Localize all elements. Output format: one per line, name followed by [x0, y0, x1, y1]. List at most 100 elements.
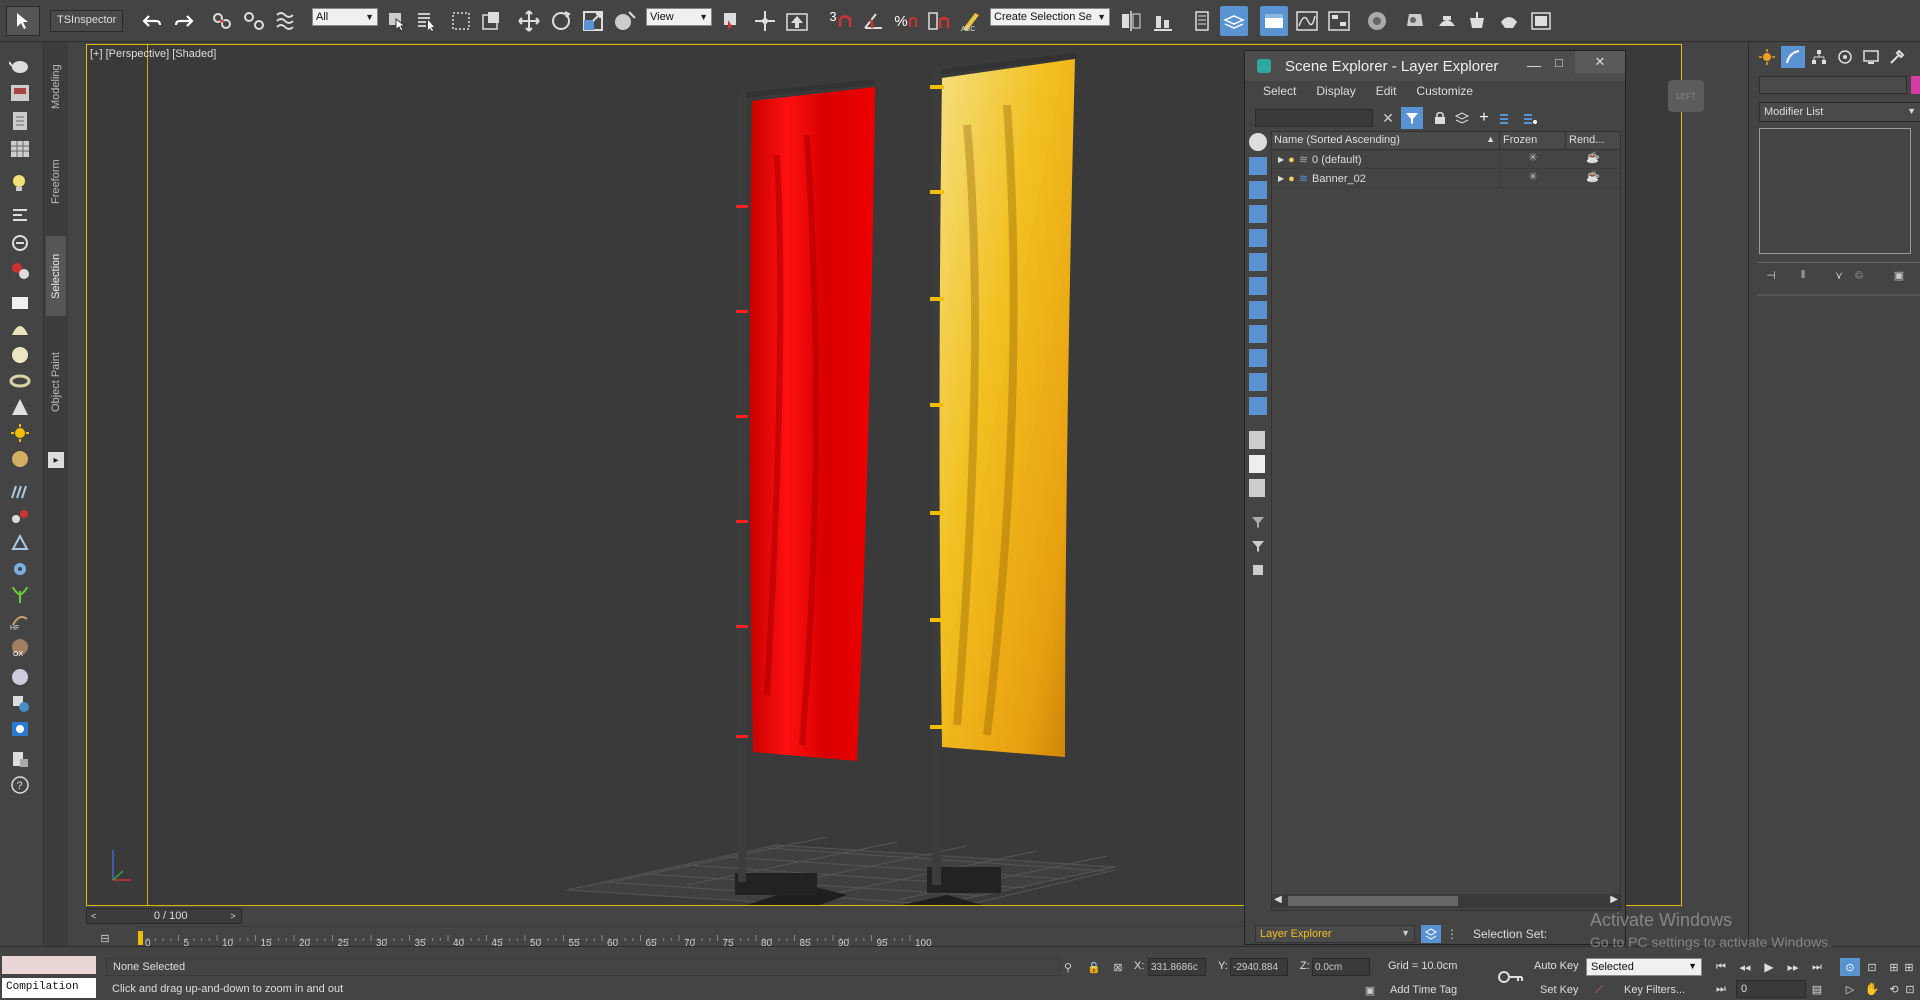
expand-arrow-icon[interactable]: ▶ — [1278, 174, 1284, 183]
set-key-mode-icon[interactable] — [1496, 964, 1526, 990]
display-spacewarps-icon[interactable] — [1249, 253, 1267, 271]
document-icon[interactable] — [6, 108, 34, 134]
maxscript-listener[interactable] — [2, 956, 96, 974]
layer-visibility-bulb-icon[interactable]: ● — [1288, 173, 1295, 185]
z-coordinate-field[interactable]: 0.0cm — [1312, 958, 1370, 976]
key-filters-button[interactable]: Key Filters... — [1624, 984, 1685, 996]
display-hidden-icon[interactable] — [1249, 397, 1267, 415]
render-iterative-icon[interactable] — [1496, 6, 1522, 36]
cone-icon[interactable] — [6, 394, 34, 420]
pin-stack-icon[interactable]: ⊣ — [1761, 266, 1781, 284]
material-editor-icon[interactable] — [1364, 6, 1390, 36]
print-icon[interactable] — [6, 746, 34, 772]
column-name[interactable]: Name (Sorted Ascending) ▲ — [1272, 132, 1500, 149]
viewport-label[interactable]: [+] [Perspective] [Shaded] — [90, 48, 216, 60]
render-production-icon[interactable] — [1464, 6, 1490, 36]
time-configuration-icon[interactable]: ▤ — [1808, 980, 1826, 998]
modify-tab-icon[interactable] — [1781, 46, 1805, 68]
pan-hand-icon[interactable]: ✋ — [1862, 980, 1882, 998]
time-next-icon[interactable]: > — [224, 908, 242, 924]
show-end-result-icon[interactable]: ‖ — [1793, 266, 1813, 284]
undo-icon[interactable] — [140, 6, 164, 36]
display-bones-icon[interactable] — [1249, 325, 1267, 343]
column-renderable[interactable]: Rend... — [1566, 132, 1620, 149]
select-by-name-icon[interactable] — [414, 6, 440, 36]
menu-select[interactable]: Select — [1253, 81, 1306, 101]
mini-curve-editor-icon[interactable]: ⊟ — [96, 930, 114, 946]
sun-light-icon[interactable] — [6, 420, 34, 446]
trackbar[interactable]: 0 5 10 15 20 25 30 35 40 45 50 55 60 65 70 75 80 85 90 95 10… — [136, 926, 1244, 947]
utilities-tab-icon[interactable] — [1885, 46, 1909, 68]
renderable-teapot-icon[interactable]: ☕ — [1566, 151, 1620, 168]
filter-funnel-icon[interactable] — [1249, 513, 1267, 531]
plant-icon[interactable] — [6, 582, 34, 608]
minimize-icon[interactable]: — — [1527, 57, 1541, 73]
maximize-icon[interactable]: □ — [1555, 55, 1563, 70]
filter-toggle-icon[interactable] — [1401, 107, 1423, 129]
image-icon[interactable] — [6, 80, 34, 106]
link-icon[interactable] — [208, 6, 236, 36]
x-coordinate-field[interactable]: 331.8686c — [1148, 958, 1206, 976]
key-mode-toggle-icon[interactable]: ⏭ — [1712, 980, 1730, 998]
hierarchy-mode-icon[interactable]: ⋮ — [1443, 925, 1461, 943]
remove-modifier-icon[interactable]: ♲ — [1849, 266, 1869, 284]
layer-visibility-bulb-icon[interactable]: ● — [1288, 154, 1295, 166]
menu-customize[interactable]: Customize — [1406, 81, 1483, 101]
object-color-swatch[interactable] — [1911, 76, 1920, 94]
clear-search-icon[interactable]: ✕ — [1379, 109, 1397, 127]
pivot-center-icon[interactable] — [718, 6, 744, 36]
layer-explorer-mode-icon[interactable] — [1421, 925, 1441, 943]
auto-key-select[interactable]: Selected ▼ — [1586, 958, 1702, 976]
scrollbar-thumb[interactable] — [1288, 896, 1458, 906]
display-cameras-icon[interactable] — [1249, 205, 1267, 223]
explorer-type-select[interactable]: Layer Explorer ▼ — [1255, 925, 1415, 943]
go-to-end-icon[interactable]: ⏭ — [1808, 958, 1826, 976]
add-to-layer-icon[interactable] — [1497, 109, 1515, 127]
menu-edit[interactable]: Edit — [1366, 81, 1407, 101]
gold-sphere-icon[interactable] — [6, 446, 34, 472]
hierarchy-tab-icon[interactable] — [1807, 46, 1831, 68]
display-groups-icon[interactable] — [1249, 277, 1267, 295]
tab-modeling[interactable]: Modeling — [46, 52, 66, 122]
grass-pattern-icon[interactable] — [6, 478, 34, 504]
reference-coordinate-select[interactable]: View ▼ — [646, 8, 712, 26]
render-in-cloud-icon[interactable] — [1528, 6, 1554, 36]
toggle-scene-explorer-icon[interactable] — [1190, 6, 1214, 36]
person-pose-icon[interactable] — [6, 530, 34, 556]
configure-modifier-sets-icon[interactable]: ▣ — [1889, 266, 1909, 284]
tab-object-paint[interactable]: Object Paint — [46, 332, 66, 432]
display-geometry-icon[interactable] — [1249, 133, 1267, 151]
named-selection-sets-select[interactable]: Create Selection Se ▼ — [990, 8, 1110, 26]
tab-freeform[interactable]: Freeform — [46, 142, 66, 222]
media-icon[interactable] — [6, 716, 34, 742]
auto-key-button[interactable]: Auto Key — [1534, 960, 1579, 972]
toggle-ribbon-icon[interactable] — [1260, 6, 1288, 36]
selection-lock-icon[interactable]: 🔒 — [1086, 958, 1102, 976]
toggle-layer-explorer-icon[interactable] — [1220, 6, 1248, 36]
light-bulb-icon[interactable] — [6, 170, 34, 196]
rendered-frame-window-icon[interactable] — [1434, 6, 1460, 36]
isolate-selection-icon[interactable]: ⚲ — [1060, 958, 1076, 976]
time-prev-icon[interactable]: < — [87, 911, 100, 921]
layers-icon[interactable] — [1453, 109, 1471, 127]
display-tab-icon[interactable] — [1859, 46, 1883, 68]
previous-frame-icon[interactable]: ◂◂ — [1736, 958, 1754, 976]
table-row[interactable]: ▶ ● ≋ Banner_02 ✳ ☕ — [1272, 170, 1620, 188]
scale-icon[interactable] — [580, 6, 606, 36]
filter-selection-icon[interactable] — [1249, 537, 1267, 555]
set-key-button[interactable]: Set Key — [1540, 984, 1579, 996]
zoom-all-icon[interactable]: ⊡ — [1862, 958, 1882, 976]
render-setup-icon[interactable] — [1402, 6, 1428, 36]
scene-explorer-titlebar[interactable]: Scene Explorer - Layer Explorer — □ ✕ — [1245, 51, 1625, 81]
render-sphere-icon[interactable] — [6, 664, 34, 690]
ribbon-expand-icon[interactable]: ▸ — [48, 452, 64, 468]
mirror-icon[interactable] — [1118, 6, 1144, 36]
select-cursor-icon[interactable] — [6, 6, 40, 36]
select-and-manipulate-icon[interactable] — [752, 6, 778, 36]
tab-selection[interactable]: Selection — [46, 236, 66, 316]
display-helpers-icon[interactable] — [1249, 229, 1267, 247]
torus-icon[interactable] — [6, 368, 34, 394]
maxscript-output[interactable]: Compilation — [2, 978, 96, 998]
window-crossing-icon[interactable] — [478, 6, 504, 36]
keyboard-shortcut-override-icon[interactable] — [784, 6, 810, 36]
